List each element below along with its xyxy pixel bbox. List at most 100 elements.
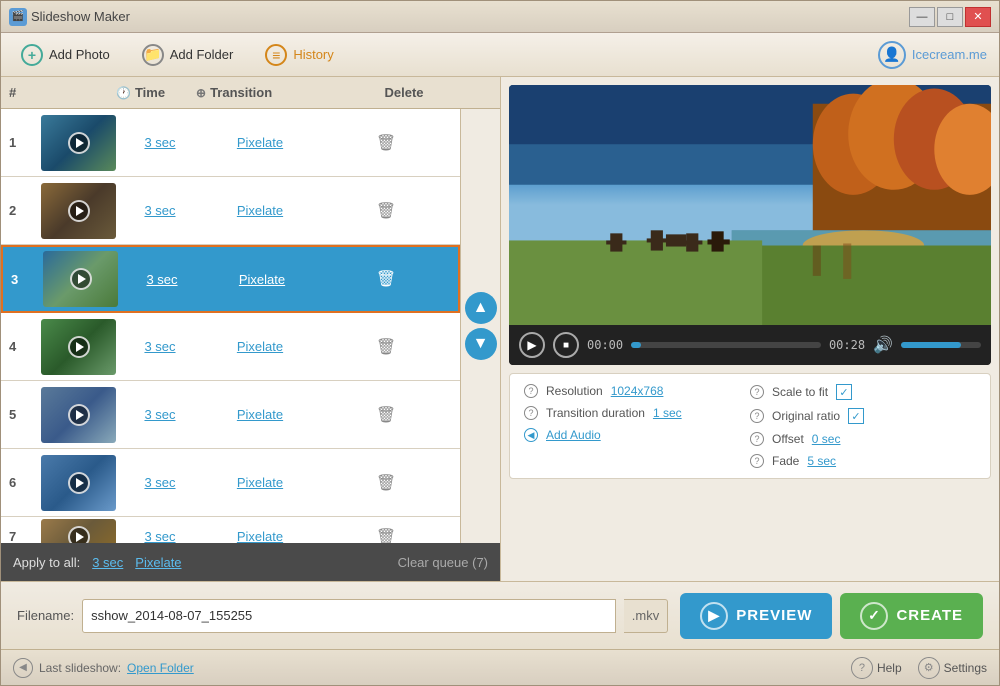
create-button[interactable]: ✓ CREATE	[840, 593, 983, 639]
slide-number: 5	[9, 407, 41, 422]
video-progress-bar[interactable]	[631, 342, 821, 348]
slide-thumbnail	[41, 115, 116, 171]
slide-thumbnail	[41, 519, 116, 543]
slide-row-selected[interactable]: 3 3 sec Pixelate 🗑	[1, 245, 460, 313]
settings-button[interactable]: ⚙ Settings	[918, 657, 987, 679]
help-label: Help	[877, 661, 902, 675]
slide-transition[interactable]: Pixelate	[202, 272, 322, 287]
filename-input[interactable]	[82, 599, 616, 633]
fade-row: ? Fade 5 sec	[750, 454, 976, 468]
slide-transition[interactable]: Pixelate	[200, 135, 320, 150]
transition-duration-help-icon[interactable]: ?	[524, 406, 538, 420]
slide-transition[interactable]: Pixelate	[200, 475, 320, 490]
slide-row[interactable]: 2 3 sec Pixelate 🗑	[1, 177, 460, 245]
help-button[interactable]: ? Help	[851, 657, 902, 679]
slide-number: 4	[9, 339, 41, 354]
preview-label: PREVIEW	[736, 607, 812, 624]
add-folder-icon: 📁	[142, 44, 164, 66]
window-title: Slideshow Maker	[31, 9, 130, 24]
video-progress-fill	[631, 342, 640, 348]
fade-help-icon[interactable]: ?	[750, 454, 764, 468]
scroll-up-button[interactable]: ▲	[465, 292, 497, 324]
original-ratio-label: Original ratio	[772, 409, 840, 423]
slide-number: 2	[9, 203, 41, 218]
slide-thumbnail	[43, 251, 118, 307]
slide-delete[interactable]: 🗑	[320, 201, 452, 221]
logo-icon: 👤	[878, 41, 906, 69]
slide-delete[interactable]: 🗑	[320, 473, 452, 493]
scroll-down-button[interactable]: ▼	[465, 328, 497, 360]
close-button[interactable]: ✕	[965, 7, 991, 27]
slide-row[interactable]: 6 3 sec Pixelate 🗑	[1, 449, 460, 517]
transition-duration-value[interactable]: 1 sec	[653, 406, 682, 420]
original-ratio-checkbox[interactable]: ✓	[848, 408, 864, 424]
slide-delete[interactable]: 🗑	[322, 269, 450, 289]
open-folder-link[interactable]: Open Folder	[127, 661, 194, 675]
video-play-button[interactable]: ▶	[519, 332, 545, 358]
slide-time[interactable]: 3 sec	[120, 475, 200, 490]
add-photo-icon: +	[21, 44, 43, 66]
slide-transition[interactable]: Pixelate	[200, 339, 320, 354]
volume-bar[interactable]	[901, 342, 981, 348]
original-ratio-help-icon[interactable]: ?	[750, 409, 764, 423]
offset-help-icon[interactable]: ?	[750, 432, 764, 446]
add-folder-label: Add Folder	[170, 47, 234, 62]
col-delete-header: Delete	[316, 85, 492, 100]
slide-transition[interactable]: Pixelate	[200, 203, 320, 218]
slide-number: 3	[11, 272, 43, 287]
action-buttons: ▶ PREVIEW ✓ CREATE	[680, 593, 983, 639]
scale-to-fit-checkbox[interactable]: ✓	[836, 384, 852, 400]
help-icon: ?	[851, 657, 873, 679]
restore-button[interactable]: □	[937, 7, 963, 27]
settings-left: ? Resolution 1024x768 ? Transition durat…	[524, 384, 750, 468]
logo-text: Icecream.me	[912, 47, 987, 62]
add-folder-button[interactable]: 📁 Add Folder	[134, 40, 242, 70]
history-button[interactable]: ≡ History	[257, 40, 341, 70]
scale-to-fit-help-icon[interactable]: ?	[750, 385, 764, 399]
slide-time[interactable]: 3 sec	[120, 339, 200, 354]
play-triangle	[76, 206, 84, 216]
slide-time[interactable]: 3 sec	[120, 203, 200, 218]
slide-row[interactable]: 7 3 sec Pixelate 🗑	[1, 517, 460, 543]
slide-time[interactable]: 3 sec	[122, 272, 202, 287]
minimize-button[interactable]: —	[909, 7, 935, 27]
add-audio-label[interactable]: Add Audio	[546, 428, 601, 442]
add-audio-icon[interactable]: ◀	[524, 428, 538, 442]
slide-delete[interactable]: 🗑	[320, 527, 452, 544]
slide-time[interactable]: 3 sec	[120, 407, 200, 422]
create-label: CREATE	[896, 607, 963, 624]
slide-time[interactable]: 3 sec	[120, 529, 200, 543]
slide-delete[interactable]: 🗑	[320, 337, 452, 357]
add-photo-button[interactable]: + Add Photo	[13, 40, 118, 70]
slide-transition[interactable]: Pixelate	[200, 407, 320, 422]
slide-time[interactable]: 3 sec	[120, 135, 200, 150]
apply-time[interactable]: 3 sec	[92, 555, 123, 570]
footer-last-slideshow: Last slideshow:	[39, 661, 121, 675]
offset-label: Offset	[772, 432, 804, 446]
filename-extension: .mkv	[624, 599, 668, 633]
preview-play-icon: ▶	[700, 602, 728, 630]
title-bar: 🎬 Slideshow Maker — □ ✕	[1, 1, 999, 33]
settings-icon: ⚙	[918, 657, 940, 679]
fade-value[interactable]: 5 sec	[807, 454, 836, 468]
apply-transition[interactable]: Pixelate	[135, 555, 181, 570]
col-time-header: 🕐 Time	[116, 85, 196, 100]
play-triangle	[76, 342, 84, 352]
slide-row[interactable]: 5 3 sec Pixelate 🗑	[1, 381, 460, 449]
slide-row[interactable]: 1 3 sec Pixelate 🗑	[1, 109, 460, 177]
preview-button[interactable]: ▶ PREVIEW	[680, 593, 832, 639]
title-bar-left: 🎬 Slideshow Maker	[9, 8, 130, 26]
clear-queue-link[interactable]: Clear queue (7)	[398, 555, 488, 570]
resolution-help-icon[interactable]: ?	[524, 384, 538, 398]
play-icon	[68, 132, 90, 154]
video-stop-button[interactable]: ■	[553, 332, 579, 358]
nav-buttons: ▲ ▼	[460, 109, 500, 543]
slide-row[interactable]: 4 3 sec Pixelate 🗑	[1, 313, 460, 381]
slide-transition[interactable]: Pixelate	[200, 529, 320, 543]
resolution-value[interactable]: 1024x768	[611, 384, 664, 398]
offset-value[interactable]: 0 sec	[812, 432, 841, 446]
slide-delete[interactable]: 🗑	[320, 405, 452, 425]
slide-delete[interactable]: 🗑	[320, 133, 452, 153]
volume-icon[interactable]: 🔊	[873, 335, 893, 355]
logo-area: 👤 Icecream.me	[878, 41, 987, 69]
